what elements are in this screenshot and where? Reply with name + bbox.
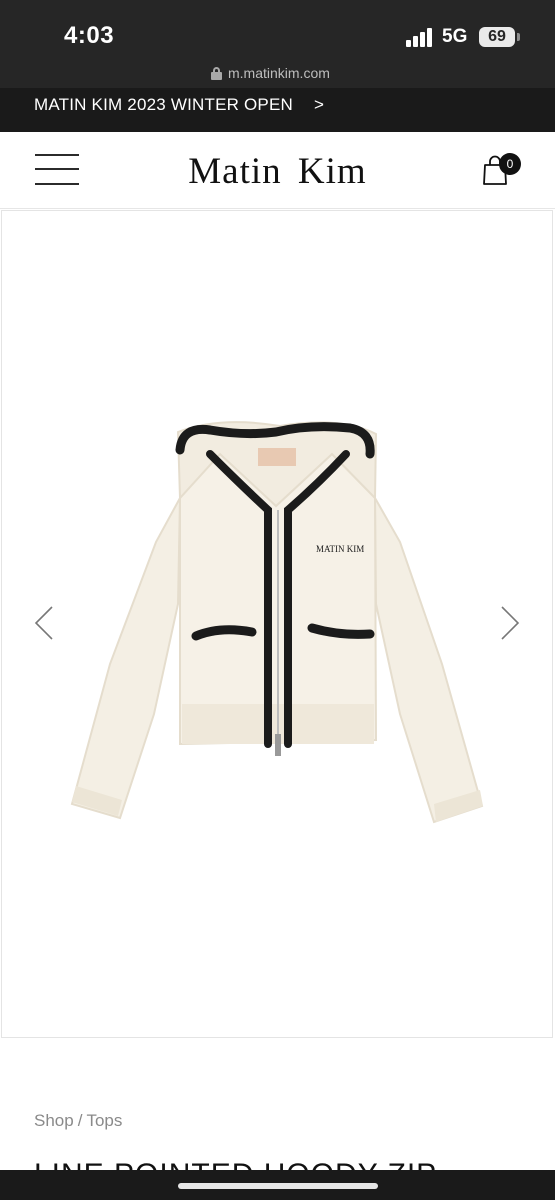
url-text[interactable]: m.matinkim.com (228, 65, 330, 81)
announcement-banner[interactable]: MATIN KIM 2023 WINTER OPEN > (0, 88, 555, 132)
breadcrumb-separator: / (77, 1111, 83, 1130)
announcement-text[interactable]: MATIN KIM 2023 WINTER OPEN (34, 95, 293, 115)
battery-icon: 69 (479, 27, 515, 47)
breadcrumb-item-tops[interactable]: Tops (86, 1111, 122, 1130)
garment-logo: MATIN KIM (316, 544, 364, 554)
chevron-right-icon[interactable] (500, 605, 520, 641)
site-header: Matin Kim (0, 132, 555, 209)
cellular-signal-icon (406, 27, 436, 47)
status-bar: 4:03 5G 69 (0, 0, 555, 58)
status-time: 4:03 (64, 22, 115, 49)
product-image: MATIN KIM (70, 421, 484, 824)
network-type: 5G (442, 26, 468, 47)
lock-icon (211, 67, 222, 80)
breadcrumb: Shop / Tops (34, 1111, 122, 1131)
browser-url-bar[interactable]: m.matinkim.com (0, 58, 555, 88)
breadcrumb-item-shop[interactable]: Shop (34, 1111, 74, 1130)
battery-tip (517, 33, 520, 41)
cart-count-badge[interactable]: 0 (499, 153, 521, 175)
brand-logo[interactable]: Matin Kim (0, 150, 555, 193)
home-indicator[interactable] (178, 1183, 378, 1189)
chevron-left-icon[interactable] (34, 605, 54, 641)
announcement-arrow-icon[interactable]: > (314, 95, 324, 115)
